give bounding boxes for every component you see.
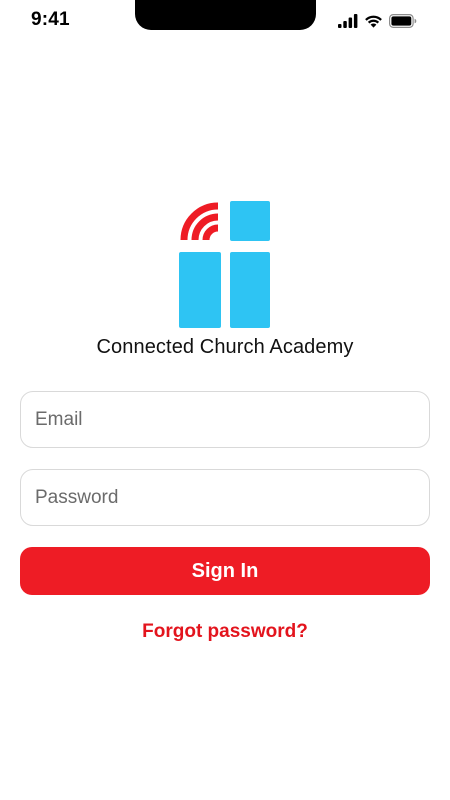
app-name: Connected Church Academy xyxy=(96,336,354,358)
forgot-password-link[interactable]: Forgot password? xyxy=(0,621,450,643)
status-time: 9:41 xyxy=(31,9,70,30)
wifi-icon xyxy=(364,14,383,28)
sign-in-button[interactable]: Sign In xyxy=(20,547,430,595)
app-logo xyxy=(178,200,272,328)
status-bar: 9:41 xyxy=(0,0,450,44)
status-icons xyxy=(338,12,417,30)
device-notch xyxy=(135,0,316,30)
connected-church-cross-icon xyxy=(179,201,270,328)
cellular-signal-icon xyxy=(338,14,358,28)
email-field[interactable] xyxy=(20,391,430,448)
password-field[interactable] xyxy=(20,469,430,526)
battery-icon xyxy=(389,14,417,28)
